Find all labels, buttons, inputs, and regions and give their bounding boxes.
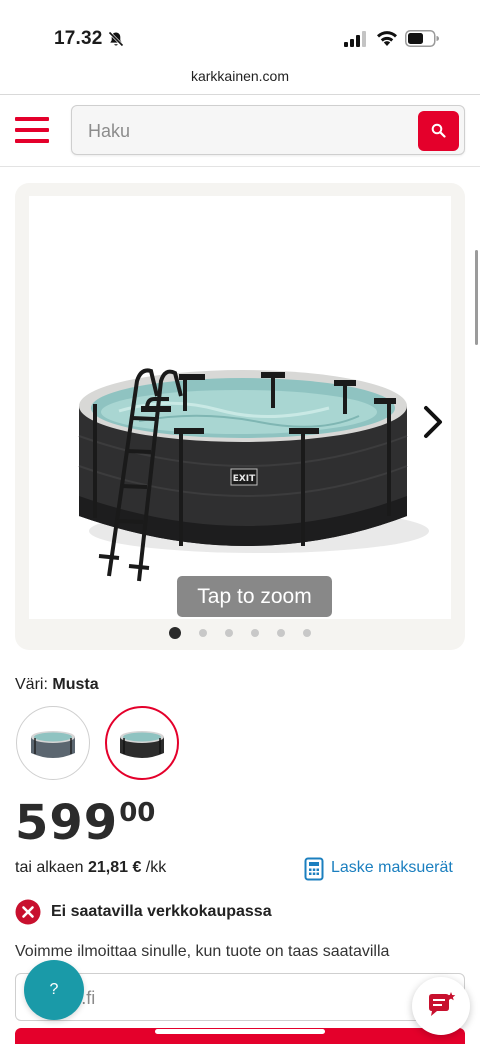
unavailable-icon [15, 899, 41, 925]
gallery-dot[interactable] [277, 628, 285, 637]
search-icon [431, 123, 446, 138]
installment-suffix: /kk [145, 859, 167, 876]
svg-text:EXIT: EXIT [233, 474, 256, 484]
chat-icon [429, 992, 456, 1016]
grey-pool-swatch[interactable] [16, 706, 90, 780]
color-label: Väri: Musta [15, 676, 99, 694]
gallery-dot[interactable] [303, 628, 311, 637]
grey-pool-thumbnail [31, 731, 75, 758]
black-pool-swatch[interactable] [105, 706, 179, 780]
browser-url[interactable]: karkkainen.com [0, 64, 480, 92]
gallery-dot[interactable] [225, 628, 233, 637]
installment-prefix: tai alkaen [15, 859, 84, 876]
notify-text: Voimme ilmoittaa sinulle, kun tuote on t… [15, 943, 390, 960]
gallery-pagination [15, 624, 465, 639]
search-button[interactable] [418, 111, 459, 151]
color-label-prefix: Väri: [15, 676, 48, 693]
product-gallery: EXIT Tap to zoom [15, 183, 465, 650]
status-time: 17.32 [54, 28, 103, 49]
product-price: 59900 [15, 794, 155, 852]
search-box [71, 105, 465, 155]
signal-icon [344, 31, 366, 47]
status-bar: 17.32 [0, 0, 480, 62]
page-scrollbar[interactable] [475, 250, 478, 345]
price-cents: 00 [119, 798, 156, 828]
chat-button[interactable] [412, 977, 470, 1035]
home-indicator[interactable] [155, 1029, 325, 1034]
payment-calculator-label: Laske maksuerät [331, 859, 453, 876]
availability-text: Ei saatavilla verkkokaupassa [51, 903, 272, 920]
pool-image: EXIT [78, 368, 429, 582]
help-button[interactable]: ? [24, 960, 84, 1020]
installment-info: tai alkaen 21,81 € /kk [15, 859, 166, 877]
price-main: 599 [15, 795, 119, 851]
color-value: Musta [52, 676, 99, 693]
wifi-icon [377, 31, 397, 46]
calculator-icon [304, 857, 324, 881]
bell-off-icon [108, 31, 124, 47]
black-pool-thumbnail [120, 731, 164, 758]
gallery-dot[interactable] [169, 626, 181, 639]
chevron-right-icon[interactable] [421, 404, 445, 440]
hamburger-menu-icon[interactable] [15, 117, 49, 143]
battery-icon [405, 30, 439, 47]
gallery-dot[interactable] [251, 628, 259, 637]
search-input[interactable] [88, 116, 408, 146]
site-header [0, 95, 480, 167]
tap-to-zoom-hint: Tap to zoom [177, 576, 332, 617]
gallery-dot[interactable] [199, 628, 207, 637]
email-field[interactable] [30, 982, 410, 1014]
product-image[interactable]: EXIT Tap to zoom [29, 196, 451, 619]
installment-amount: 21,81 € [87, 859, 142, 876]
